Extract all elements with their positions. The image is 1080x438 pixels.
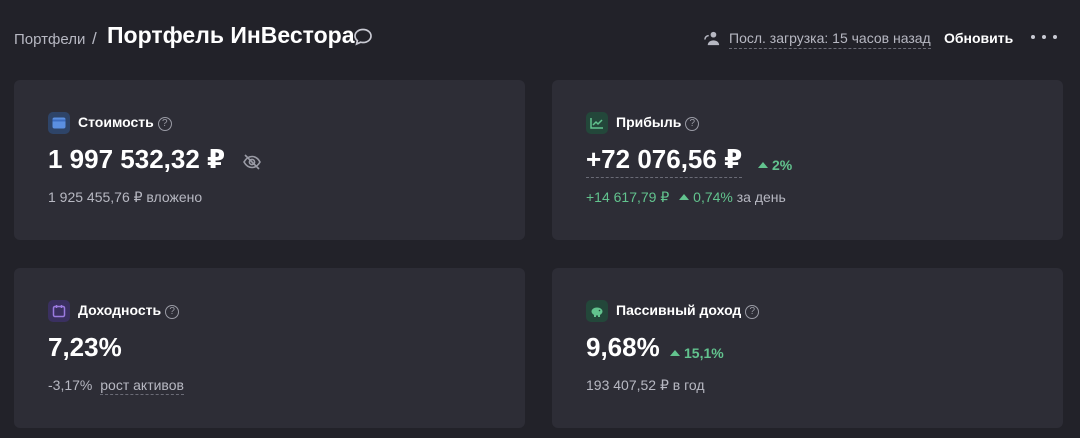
value-card-label-row: Стоимость?	[78, 114, 172, 131]
wallet-icon	[48, 112, 70, 134]
hide-values-eye-icon[interactable]	[242, 153, 262, 171]
help-icon[interactable]: ?	[165, 305, 180, 319]
page-header: Портфели / Портфель ИнВестора Посл. загр…	[0, 0, 1080, 72]
dot-icon	[1031, 35, 1035, 39]
help-icon[interactable]: ?	[745, 305, 760, 319]
invested-amount: 1 925 455,76 ₽ вложено	[48, 189, 203, 205]
yield-card: Доходность? 7,23% -3,17% рост активов	[14, 268, 525, 428]
portfolio-value: 1 997 532,32 ₽	[48, 144, 226, 174]
sync-icon	[704, 31, 720, 46]
comment-icon[interactable]	[352, 26, 374, 48]
profit-day-amount: +14 617,79 ₽	[586, 189, 670, 205]
passive-income-card: Пассивный доход? 9,68% 15,1% 193 407,52 …	[552, 268, 1063, 428]
help-icon[interactable]: ?	[157, 117, 172, 131]
refresh-button[interactable]: Обновить	[944, 30, 1013, 46]
last-load-status: Посл. загрузка: 15 часов назад	[729, 30, 931, 49]
profit-day-row: +14 617,79 ₽ 0,74% за день	[586, 189, 786, 206]
dot-icon	[1053, 35, 1057, 39]
asset-growth-link[interactable]: рост активов	[100, 377, 184, 395]
passive-income-yearly: 193 407,52 ₽ в год	[586, 377, 705, 393]
profit-day-percent-badge: 0,74%	[679, 189, 733, 205]
arrow-up-icon	[670, 350, 680, 356]
value-card-label: Стоимость	[78, 114, 154, 130]
passive-income-label: Пассивный доход	[616, 302, 742, 318]
help-icon[interactable]: ?	[685, 117, 700, 131]
profit-percent: 2%	[772, 157, 793, 173]
yield-card-label-row: Доходность?	[78, 302, 180, 319]
yield-change-row: -3,17% рост активов	[48, 377, 184, 395]
yield-change: -3,17%	[48, 377, 93, 393]
profit-card: Прибыль? +72 076,56 ₽ 2% +14 617,79 ₽ 0,…	[552, 80, 1063, 240]
profit-card-label: Прибыль	[616, 114, 682, 130]
profit-value[interactable]: +72 076,56 ₽	[586, 144, 743, 178]
dot-icon	[1042, 35, 1046, 39]
page-title: Портфель ИнВестора	[107, 22, 355, 48]
chart-icon	[586, 112, 608, 134]
value-card: Стоимость? 1 997 532,32 ₽ 1 925 455,76 ₽…	[14, 80, 525, 240]
profit-percent-badge: 2%	[758, 157, 792, 173]
arrow-up-icon	[758, 162, 768, 168]
yield-card-label: Доходность	[78, 302, 162, 318]
breadcrumb-separator: /	[92, 29, 97, 48]
passive-income-percent-badge: 15,1%	[670, 345, 724, 361]
passive-income-value: 9,68%	[586, 332, 660, 362]
piggy-bank-icon	[586, 300, 608, 322]
profit-day-suffix: за день	[736, 189, 786, 205]
passive-income-percent: 15,1%	[684, 345, 724, 361]
passive-income-label-row: Пассивный доход?	[616, 302, 760, 319]
profit-card-label-row: Прибыль?	[616, 114, 700, 131]
arrow-up-icon	[679, 194, 690, 200]
yield-value: 7,23%	[48, 332, 122, 362]
breadcrumb-portfolios-link[interactable]: Портфели	[14, 31, 85, 48]
calendar-icon	[48, 300, 70, 322]
more-options-icon[interactable]	[1031, 27, 1057, 47]
profit-day-percent: 0,74%	[693, 189, 733, 205]
